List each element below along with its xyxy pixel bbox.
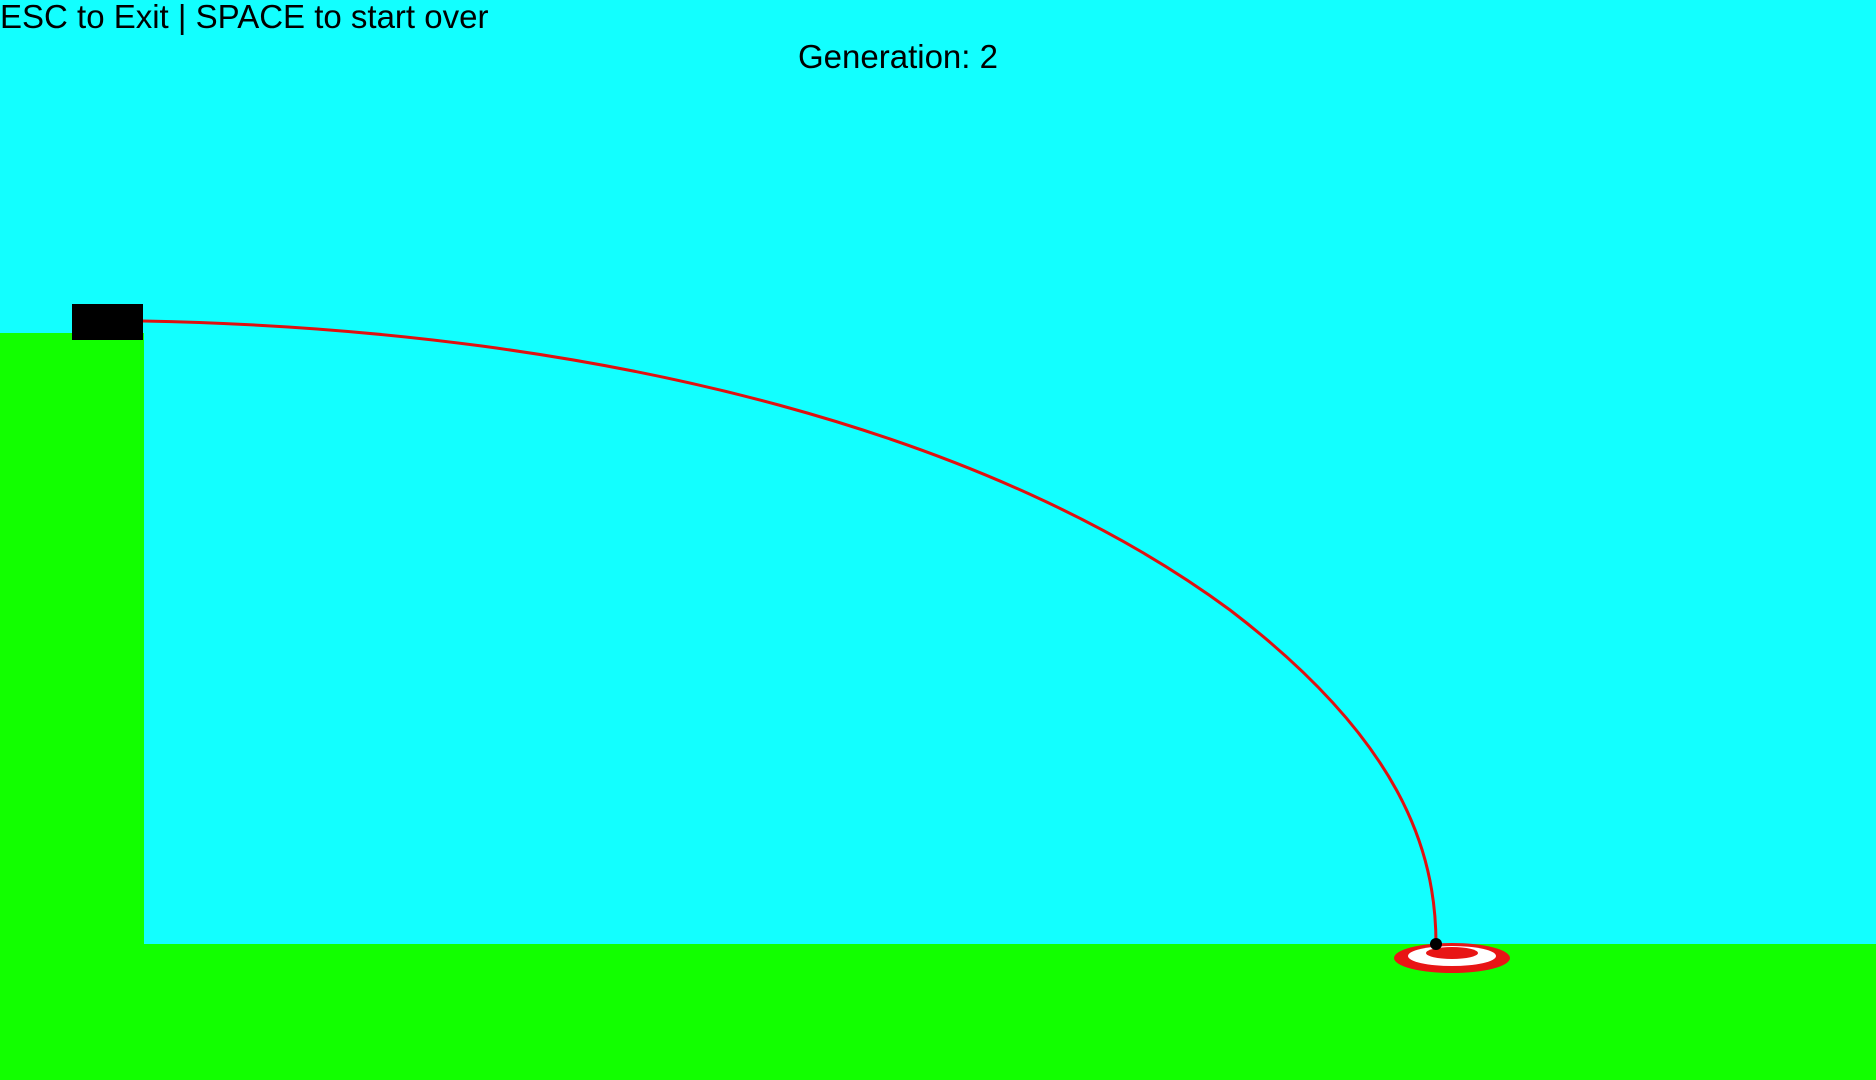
trajectory-path: [142, 319, 1438, 945]
cannon-icon: [72, 304, 143, 340]
ground: [0, 944, 1876, 1080]
bullseye-target-icon: [1394, 943, 1510, 973]
game-canvas[interactable]: [0, 0, 1876, 1080]
game-scene[interactable]: ESC to Exit | SPACE to start over Genera…: [0, 0, 1876, 1080]
generation-counter: Generation: 2: [798, 38, 998, 75]
cannonball-icon: [1430, 938, 1442, 950]
controls-hint: ESC to Exit | SPACE to start over: [0, 0, 489, 35]
